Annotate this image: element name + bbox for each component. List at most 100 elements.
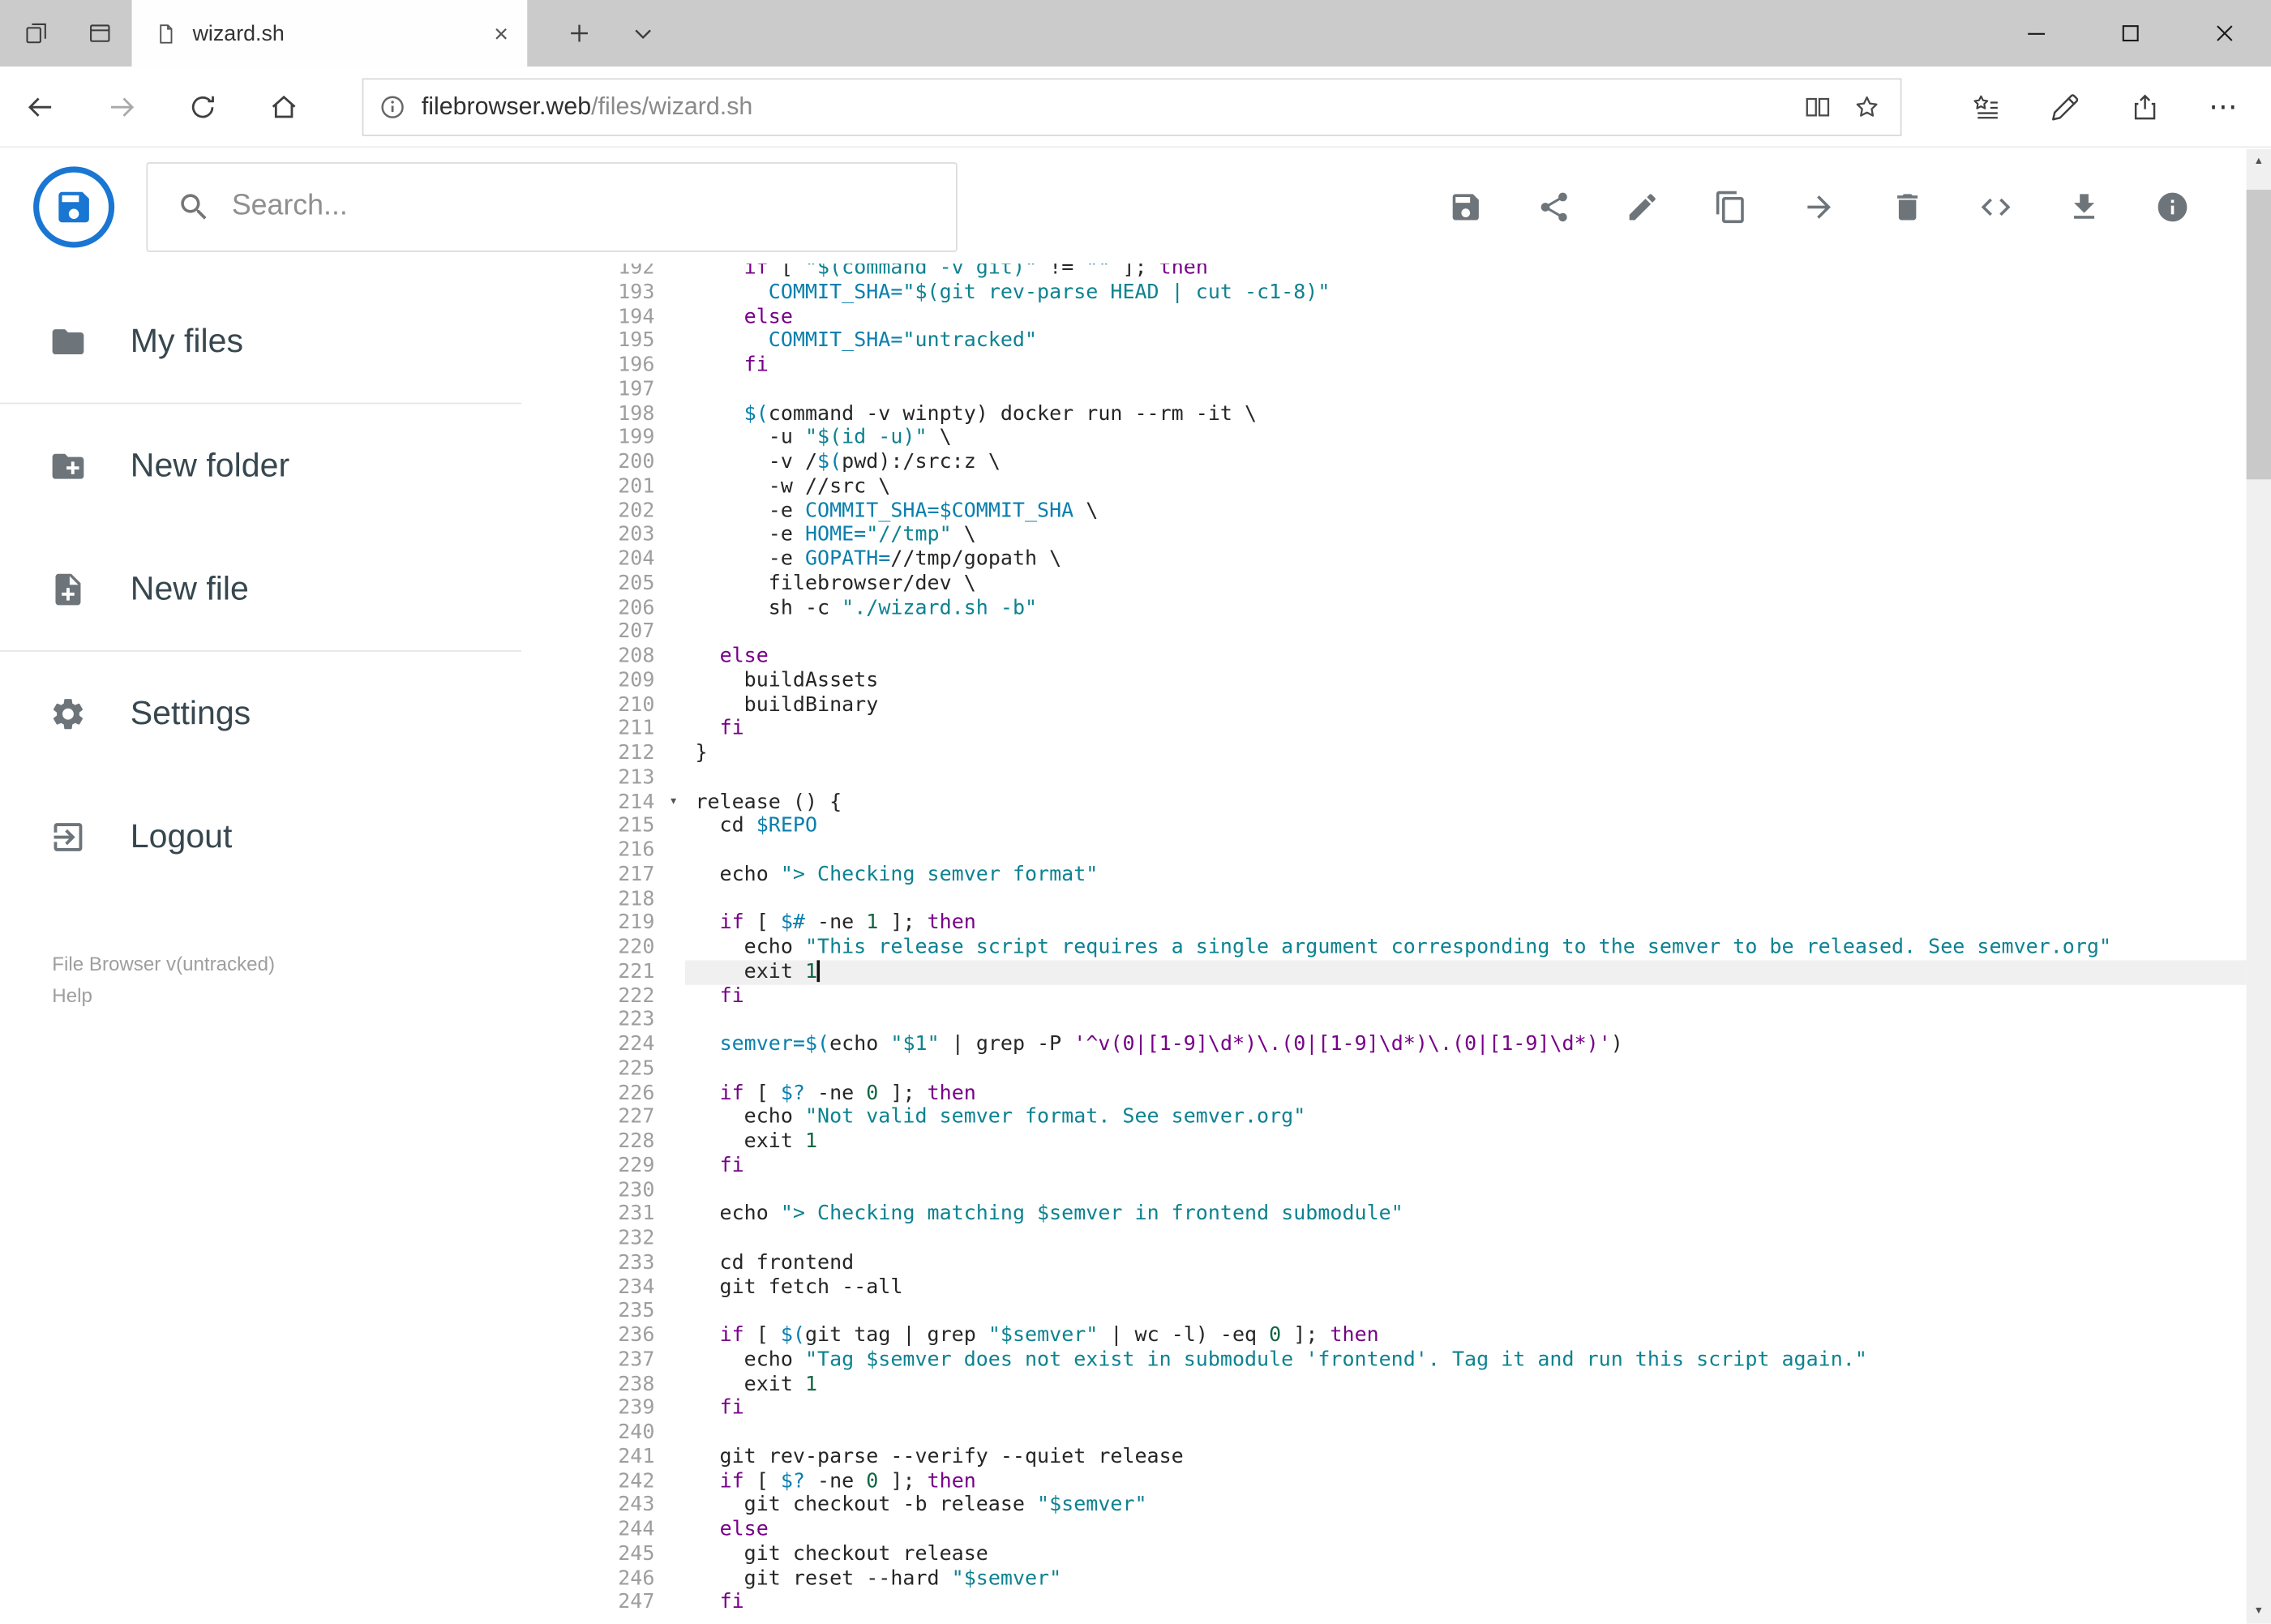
code-line[interactable]: 192 if [ "$(command -v git)" != "" ]; th… <box>521 264 2247 281</box>
code-line[interactable]: 244 else <box>521 1518 2247 1542</box>
code-line[interactable]: 241 git rev-parse --verify --quiet relea… <box>521 1445 2247 1469</box>
address-bar[interactable]: filebrowser.web/files/wizard.sh <box>362 77 1902 136</box>
sidebar-item-new-folder[interactable]: New folder <box>0 404 521 527</box>
code-line[interactable]: 225 <box>521 1057 2247 1082</box>
close-button[interactable] <box>2177 0 2271 66</box>
search-input[interactable] <box>231 190 841 224</box>
code-line[interactable]: 243 git checkout -b release "$semver" <box>521 1493 2247 1518</box>
code-line[interactable]: 247 fi <box>521 1591 2247 1615</box>
code-line[interactable]: 227 echo "Not valid semver format. See s… <box>521 1105 2247 1129</box>
code-line[interactable]: 236 if [ $(git tag | grep "$semver" | wc… <box>521 1324 2247 1348</box>
settings-more-button[interactable]: ⋯ <box>2184 66 2264 147</box>
sidebar-item-my-files[interactable]: My files <box>0 280 521 403</box>
code-line[interactable]: 240 <box>521 1420 2247 1445</box>
code-line[interactable]: 214 ▾ release () { <box>521 790 2247 814</box>
code-line[interactable]: 232 <box>521 1227 2247 1251</box>
rename-button[interactable] <box>1625 189 1660 224</box>
fold-arrow-icon[interactable]: ▾ <box>662 790 685 814</box>
code-line[interactable]: 198 $(command -v winpty) docker run --rm… <box>521 402 2247 426</box>
code-line[interactable]: 204 -e GOPATH=//tmp/gopath \ <box>521 547 2247 572</box>
scroll-down-icon[interactable]: ▼ <box>2247 1599 2271 1623</box>
code-line[interactable]: 237 echo "Tag $semver does not exist in … <box>521 1348 2247 1373</box>
code-line[interactable]: 220 echo "This release script requires a… <box>521 936 2247 960</box>
code-line[interactable]: 209 buildAssets <box>521 669 2247 693</box>
code-line[interactable]: 216 <box>521 838 2247 863</box>
home-button[interactable] <box>243 66 324 147</box>
save-button[interactable] <box>1448 189 1483 224</box>
help-link[interactable]: Help <box>52 985 521 1007</box>
share-button-browser[interactable] <box>2105 66 2184 147</box>
code-line[interactable]: 205 filebrowser/dev \ <box>521 572 2247 596</box>
browser-tab[interactable]: wizard.sh × <box>131 0 528 67</box>
code-line[interactable]: 234 git fetch --all <box>521 1275 2247 1300</box>
code-line[interactable]: 213 <box>521 766 2247 791</box>
code-line[interactable]: 202 -e COMMIT_SHA=$COMMIT_SHA \ <box>521 499 2247 523</box>
copy-button[interactable] <box>1713 189 1748 224</box>
code-line[interactable]: 239 fi <box>521 1396 2247 1420</box>
code-line[interactable]: 231 echo "> Checking matching $semver in… <box>521 1202 2247 1227</box>
code-line[interactable]: 222 fi <box>521 984 2247 1009</box>
code-editor[interactable]: 192 if [ "$(command -v git)" != "" ]; th… <box>521 264 2247 1624</box>
hub-favorites-button[interactable] <box>1945 66 2025 147</box>
code-line[interactable]: 201 -w //src \ <box>521 474 2247 499</box>
code-line[interactable]: 221 exit 1 <box>521 959 2247 984</box>
add-favorite-button[interactable] <box>1842 91 1892 122</box>
code-line[interactable]: 218 <box>521 887 2247 911</box>
code-line[interactable]: 194 else <box>521 305 2247 329</box>
code-line[interactable]: 207 <box>521 620 2247 645</box>
delete-button[interactable] <box>1890 189 1925 224</box>
source-view-button[interactable] <box>1978 189 2013 224</box>
scrollbar-thumb[interactable] <box>2246 190 2271 480</box>
code-line[interactable]: 229 fi <box>521 1154 2247 1178</box>
set-tabs-aside-button[interactable] <box>4 0 68 66</box>
code-line[interactable]: 193 COMMIT_SHA="$(git rev-parse HEAD | c… <box>521 281 2247 305</box>
code-line[interactable]: 228 exit 1 <box>521 1129 2247 1154</box>
forward-button[interactable] <box>81 66 162 147</box>
back-button[interactable] <box>0 66 81 147</box>
code-line[interactable]: 195 COMMIT_SHA="untracked" <box>521 329 2247 354</box>
sidebar-item-settings[interactable]: Settings <box>0 652 521 775</box>
scrollbar-track[interactable] <box>2246 174 2271 1599</box>
new-tab-button[interactable] <box>547 0 611 66</box>
page-scrollbar[interactable]: ▲ ▼ <box>2246 148 2271 1624</box>
refresh-button[interactable] <box>162 66 243 147</box>
code-line[interactable]: 197 <box>521 378 2247 402</box>
code-line[interactable]: 210 buildBinary <box>521 693 2247 718</box>
code-line[interactable]: 226 if [ $? -ne 0 ]; then <box>521 1082 2247 1106</box>
code-line[interactable]: 238 exit 1 <box>521 1373 2247 1397</box>
code-line[interactable]: 224 semver=$(echo "$1" | grep -P '^v(0|[… <box>521 1033 2247 1057</box>
code-line[interactable]: 233 cd frontend <box>521 1251 2247 1275</box>
code-line[interactable]: 206 sh -c "./wizard.sh -b" <box>521 596 2247 620</box>
code-line[interactable]: 208 else <box>521 645 2247 669</box>
code-line[interactable]: 246 git reset --hard "$semver" <box>521 1566 2247 1591</box>
search-box[interactable] <box>146 161 958 251</box>
tab-close-icon[interactable]: × <box>494 21 508 45</box>
sidebar-item-new-file[interactable]: New file <box>0 527 521 650</box>
code-line[interactable]: 211 fi <box>521 718 2247 742</box>
code-line[interactable]: 219 if [ $# -ne 1 ]; then <box>521 911 2247 936</box>
share-button[interactable] <box>1536 189 1571 224</box>
minimize-button[interactable] <box>1989 0 2083 66</box>
filebrowser-logo[interactable] <box>33 165 115 247</box>
code-line[interactable]: 223 <box>521 1009 2247 1033</box>
code-line[interactable]: 215 cd $REPO <box>521 814 2247 838</box>
info-button[interactable] <box>2155 189 2190 224</box>
reading-view-button[interactable] <box>1793 91 1843 122</box>
code-line[interactable]: 230 <box>521 1178 2247 1202</box>
code-line[interactable]: 242 if [ $? -ne 0 ]; then <box>521 1469 2247 1493</box>
code-line[interactable]: 245 git checkout release <box>521 1542 2247 1566</box>
scroll-up-icon[interactable]: ▲ <box>2247 149 2271 174</box>
move-button[interactable] <box>1802 189 1836 224</box>
code-line[interactable]: 199 -u "$(id -u)" \ <box>521 426 2247 451</box>
web-note-button[interactable] <box>2025 66 2104 147</box>
code-line[interactable]: 200 -v /$(pwd):/src:z \ <box>521 451 2247 475</box>
tab-list-dropdown-button[interactable] <box>611 0 675 66</box>
download-button[interactable] <box>2067 189 2102 224</box>
tabs-preview-button[interactable] <box>68 0 132 66</box>
maximize-button[interactable] <box>2083 0 2177 66</box>
code-line[interactable]: 235 <box>521 1300 2247 1324</box>
sidebar-item-logout[interactable]: Logout <box>0 775 521 898</box>
code-line[interactable]: 217 echo "> Checking semver format" <box>521 863 2247 887</box>
code-line[interactable]: 203 -e HOME="//tmp" \ <box>521 523 2247 547</box>
code-line[interactable]: 196 fi <box>521 354 2247 378</box>
